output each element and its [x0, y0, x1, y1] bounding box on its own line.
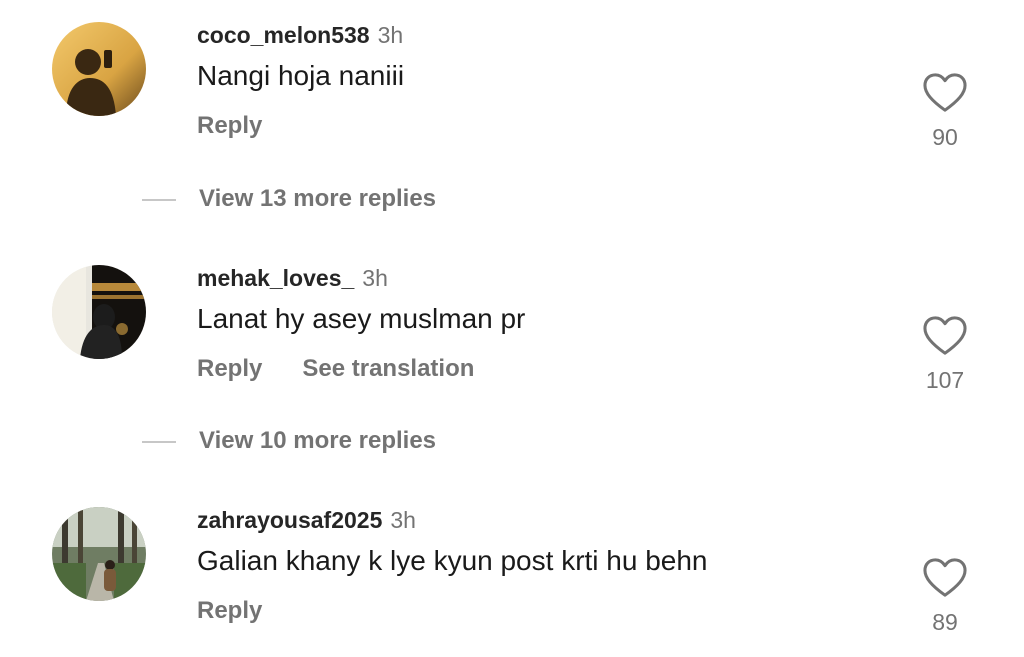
like-control: 107: [918, 315, 972, 394]
timestamp: 3h: [390, 507, 416, 533]
like-control: 90: [918, 72, 972, 151]
reply-button[interactable]: Reply: [197, 355, 262, 382]
like-control: 89: [918, 557, 972, 636]
comment-item: coco_melon538 3h Nangi hoja naniii Reply …: [0, 22, 1024, 172]
avatar-image: [52, 265, 146, 359]
avatar-image: [52, 22, 146, 116]
heart-outline-icon[interactable]: [922, 557, 968, 599]
comment-meta: coco_melon538 3h: [197, 22, 403, 49]
timestamp: 3h: [362, 265, 388, 291]
like-count: 89: [932, 609, 958, 635]
view-replies-button[interactable]: View 13 more replies: [199, 185, 436, 213]
avatar[interactable]: [52, 22, 146, 116]
comment-actions: Reply: [197, 597, 262, 625]
comment-item: mehak_loves_ 3h Lanat hy asey muslman pr …: [0, 265, 1024, 415]
comment-actions: Reply See translation: [197, 355, 474, 383]
reply-button[interactable]: Reply: [197, 112, 262, 139]
comment-text: Nangi hoja naniii: [197, 60, 405, 91]
comment-item: zahrayousaf2025 3h Galian khany k lye kyu…: [0, 507, 1024, 657]
timestamp: 3h: [377, 22, 404, 48]
like-count: 107: [925, 367, 965, 393]
avatar-image: [52, 507, 146, 601]
like-count: 90: [932, 124, 958, 150]
avatar[interactable]: [52, 507, 146, 601]
comment-actions: Reply: [197, 112, 262, 140]
comment-text: Lanat hy asey muslman pr: [197, 303, 526, 334]
view-replies-row: View 13 more replies: [0, 180, 1024, 220]
heart-outline-icon[interactable]: [922, 315, 968, 357]
comment-text: Galian khany k lye kyun post krti hu beh…: [197, 545, 708, 576]
view-replies-row: View 10 more replies: [0, 422, 1024, 462]
heart-outline-icon[interactable]: [922, 72, 968, 114]
reply-divider: [142, 199, 176, 201]
reply-divider: [142, 441, 176, 443]
username[interactable]: coco_melon538: [197, 22, 370, 48]
comment-meta: zahrayousaf2025 3h: [197, 507, 416, 534]
view-replies-button[interactable]: View 10 more replies: [199, 427, 436, 455]
username[interactable]: zahrayousaf2025: [197, 507, 382, 533]
see-translation-button[interactable]: See translation: [302, 355, 474, 382]
comment-meta: mehak_loves_ 3h: [197, 265, 388, 292]
reply-button[interactable]: Reply: [197, 597, 262, 624]
username[interactable]: mehak_loves_: [197, 265, 354, 291]
avatar[interactable]: [52, 265, 146, 359]
